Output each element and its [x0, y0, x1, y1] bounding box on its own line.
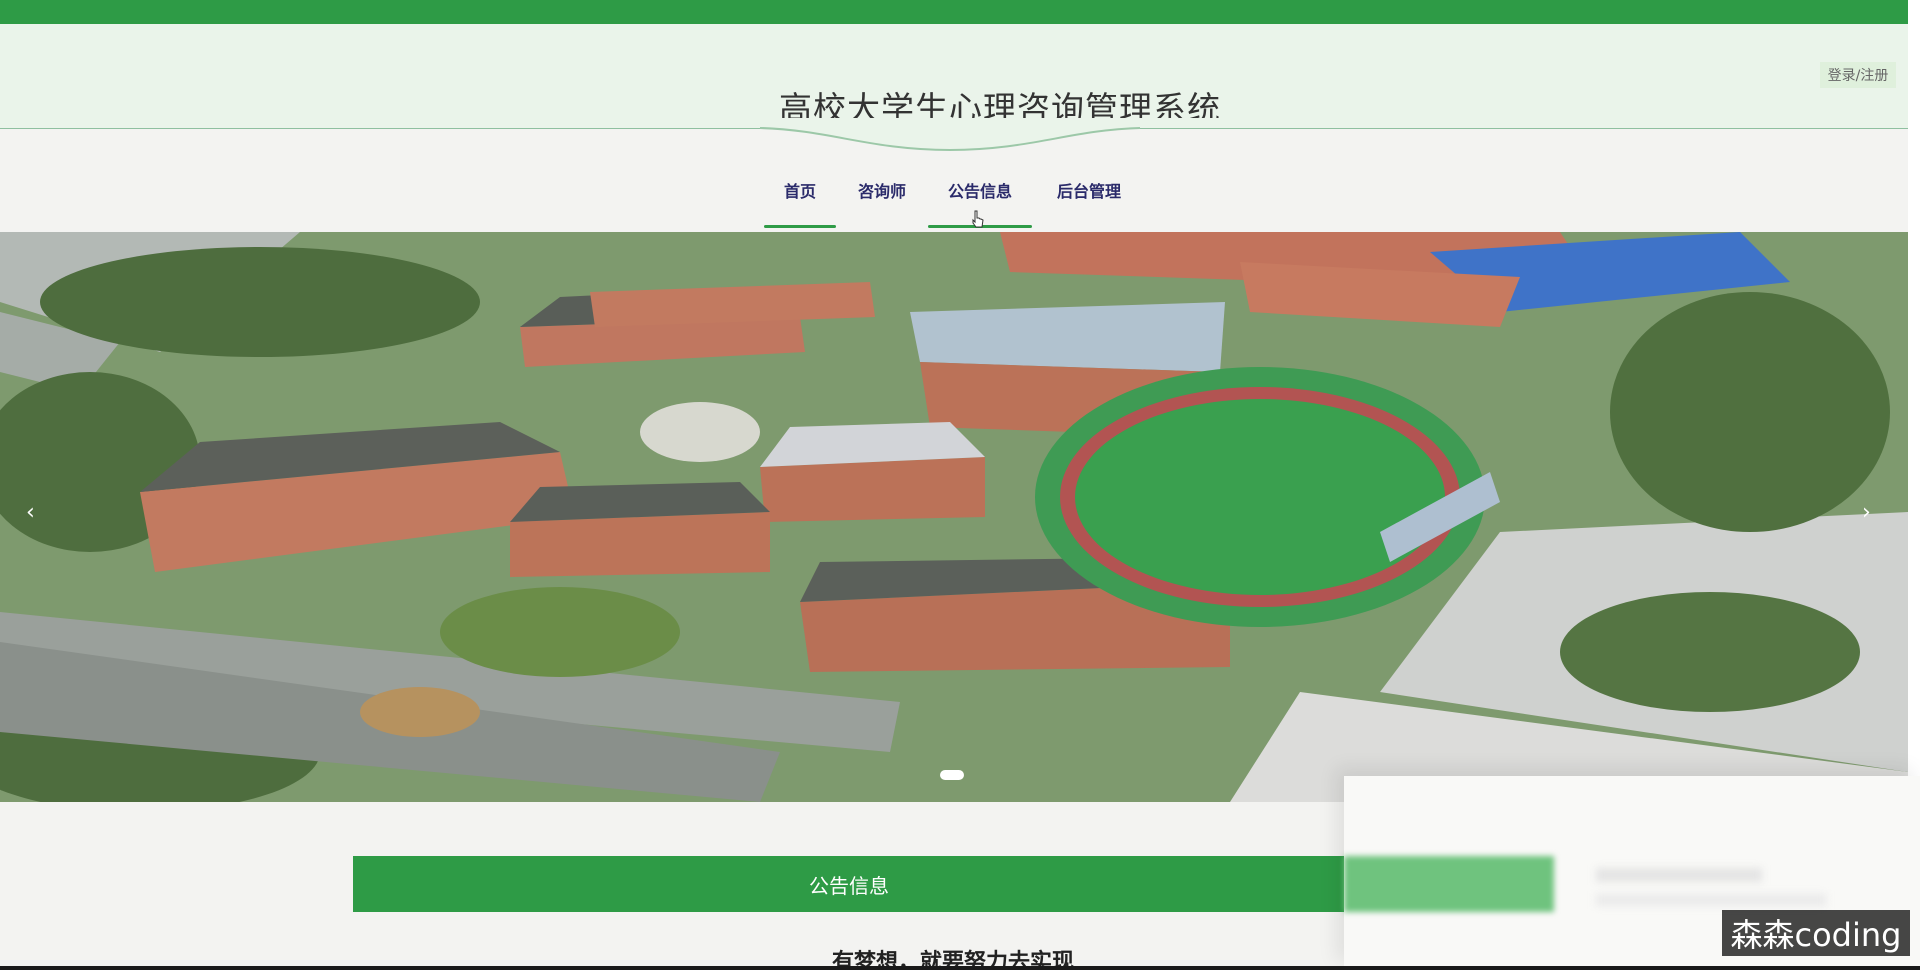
- nav-item-label: 公告信息: [947, 182, 1012, 201]
- video-watermark: 森森coding: [1722, 910, 1910, 956]
- nav-active-underline: [764, 225, 836, 228]
- carousel-banner: [0, 232, 1908, 802]
- top-accent-bar: [0, 0, 1908, 24]
- header-wave-decoration: [0, 118, 1908, 152]
- blurred-overlay-text: [1596, 868, 1762, 882]
- carousel-indicator-dot[interactable]: [940, 770, 964, 780]
- bottom-edge: [0, 966, 1920, 970]
- login-register-link[interactable]: 登录/注册: [1820, 62, 1896, 88]
- nav-item-admin[interactable]: 后台管理: [1052, 178, 1126, 228]
- nav-item-label: 咨询师: [857, 182, 906, 201]
- nav-item-label: 首页: [783, 182, 816, 201]
- site-header: 高校大学生心理咨询管理系统: [0, 24, 1908, 129]
- announcements-section-header: 公告信息: [353, 856, 1345, 912]
- carousel-prev-arrow[interactable]: ‹: [26, 500, 35, 525]
- nav-item-label: 后台管理: [1056, 182, 1121, 201]
- chevron-right-icon: ›: [1862, 500, 1871, 525]
- chevron-left-icon: ‹: [26, 500, 35, 525]
- section-title: 公告信息: [809, 873, 889, 898]
- blurred-overlay-bar: [1344, 856, 1554, 912]
- nav-item-counselors[interactable]: 咨询师: [852, 178, 912, 228]
- carousel-next-arrow[interactable]: ›: [1862, 500, 1871, 525]
- mouse-pointer-icon: [972, 210, 984, 228]
- blurred-overlay-text: [1596, 894, 1826, 906]
- campus-aerial-image: [0, 232, 1908, 802]
- page: 高校大学生心理咨询管理系统 登录/注册 首页 咨询师 公告信息 后台管理 ‹ ›…: [0, 0, 1920, 970]
- main-nav: 首页 咨询师 公告信息 后台管理: [0, 178, 1908, 228]
- nav-item-home[interactable]: 首页: [764, 178, 836, 228]
